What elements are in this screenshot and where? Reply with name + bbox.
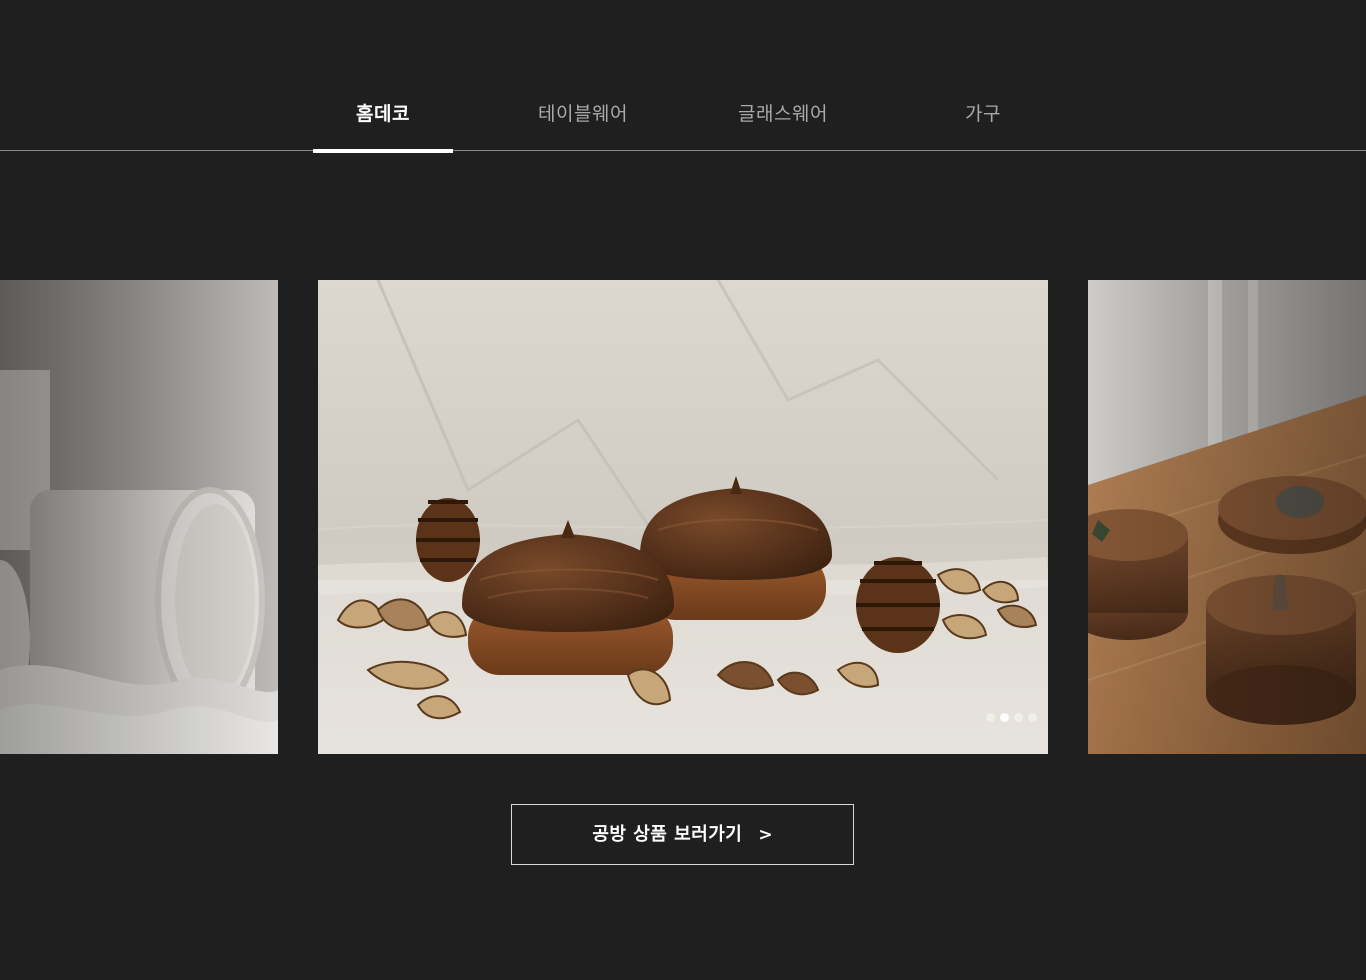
chevron-right-icon: > (758, 825, 773, 845)
cta-label: 공방 상품 보러가기 (592, 824, 743, 845)
pine-cone-left (416, 498, 480, 582)
view-workshop-products-button[interactable]: 공방 상품 보러가기 > (511, 804, 854, 865)
tab-glassware[interactable]: 글래스웨어 (713, 80, 853, 151)
tab-furniture[interactable]: 가구 (913, 80, 1053, 151)
tab-label: 테이블웨어 (538, 103, 628, 125)
pine-cone-right (856, 557, 940, 653)
wooden-round-box-photo (1088, 280, 1366, 754)
product-carousel (0, 280, 1366, 754)
carousel-dot-2[interactable] (1000, 713, 1009, 722)
lampshade-photo (0, 280, 278, 754)
carousel-slide-previous[interactable] (0, 280, 278, 754)
active-tab-indicator (313, 149, 453, 153)
wooden-chestnut-box-photo (318, 280, 1048, 754)
tab-label: 홈데코 (356, 103, 410, 125)
carousel-dot-1[interactable] (986, 713, 995, 722)
carousel-slide-current[interactable] (318, 280, 1048, 754)
tab-label: 글래스웨어 (738, 103, 828, 125)
carousel-pagination (986, 713, 1046, 725)
tab-tableware[interactable]: 테이블웨어 (513, 80, 653, 151)
carousel-dot-4[interactable] (1028, 713, 1037, 722)
tab-home-deco[interactable]: 홈데코 (313, 80, 453, 153)
category-tabs: 홈데코 테이블웨어 글래스웨어 가구 (0, 0, 1366, 153)
carousel-dot-3[interactable] (1014, 713, 1023, 722)
page: 홈데코 테이블웨어 글래스웨어 가구 공방 상품 보러가기 > (0, 0, 1366, 980)
carousel-slide-next[interactable] (1088, 280, 1366, 754)
tab-label: 가구 (965, 103, 1001, 125)
